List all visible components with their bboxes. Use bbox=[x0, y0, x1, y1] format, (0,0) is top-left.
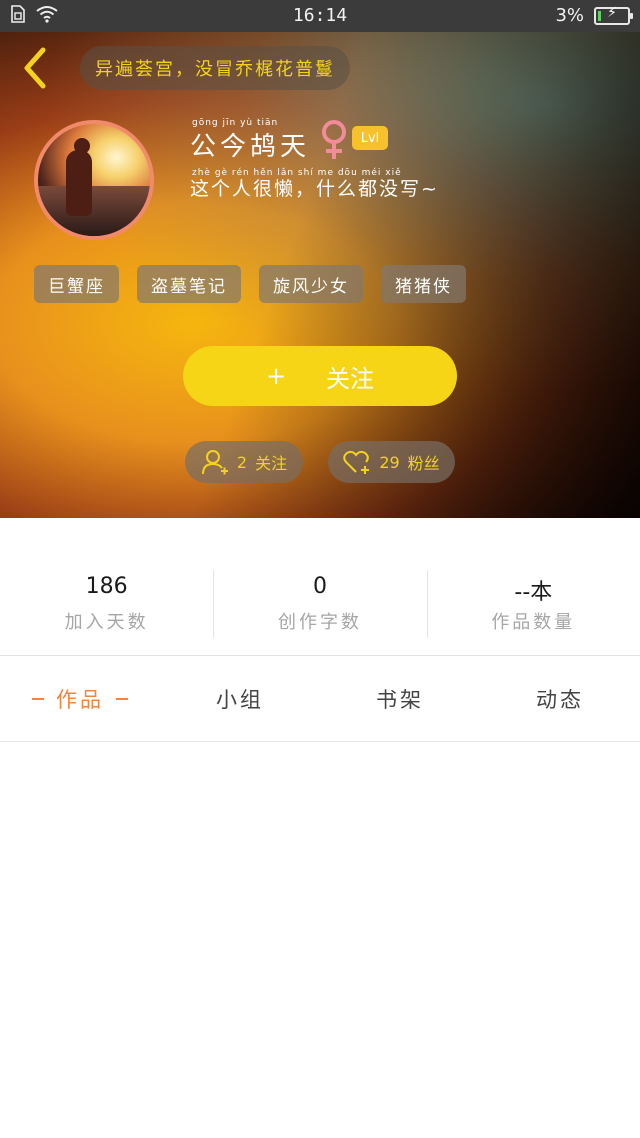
stat-value: --本 bbox=[514, 580, 553, 605]
tab-group[interactable]: 小组 bbox=[160, 656, 320, 741]
stats-row: 186 加入天数 0 创作字数 --本 作品数量 bbox=[0, 518, 640, 656]
tag-item[interactable]: 盗墓笔记 bbox=[137, 265, 241, 303]
stat-word-count: 0 创作字数 bbox=[213, 518, 426, 655]
tab-bookshelf[interactable]: 书架 bbox=[320, 656, 480, 741]
avatar[interactable] bbox=[34, 120, 154, 240]
stat-value: 186 bbox=[85, 574, 128, 599]
following-label: 关注 bbox=[255, 454, 288, 473]
status-right: 3% ⚡ bbox=[555, 5, 633, 26]
back-button[interactable] bbox=[16, 44, 52, 92]
following-button[interactable]: 2 关注 bbox=[185, 441, 303, 483]
content-area bbox=[0, 742, 640, 1138]
stat-label: 创作字数 bbox=[277, 612, 362, 633]
tag-list: 巨蟹座 盗墓笔记 旋风少女 猪猪侠 bbox=[34, 265, 466, 303]
fans-count: 29 bbox=[379, 452, 400, 472]
follow-button[interactable]: + 关注 bbox=[183, 346, 457, 406]
level-badge: Lvl bbox=[352, 126, 388, 150]
bio-text: 这个人很懒，什么都没写~ bbox=[190, 178, 439, 200]
chevron-left-icon bbox=[24, 47, 46, 89]
stat-works-count: --本 作品数量 bbox=[426, 518, 640, 655]
tag-item[interactable]: 猪猪侠 bbox=[381, 265, 466, 303]
battery-percent: 3% bbox=[555, 5, 584, 26]
status-time: 16:14 bbox=[292, 5, 348, 26]
username: 公今鸪天 bbox=[190, 132, 311, 162]
stat-label: 作品数量 bbox=[491, 612, 576, 633]
female-icon bbox=[322, 120, 346, 159]
tab-works[interactable]: 作品 bbox=[0, 656, 160, 741]
profile-tabs: 作品 小组 书架 动态 bbox=[0, 656, 640, 742]
status-bar: 16:14 3% ⚡ bbox=[0, 0, 640, 32]
battery-icon: ⚡ bbox=[594, 5, 633, 25]
stat-label: 加入天数 bbox=[64, 612, 149, 633]
tag-item[interactable]: 巨蟹座 bbox=[34, 265, 119, 303]
tab-label: 动态 bbox=[536, 687, 584, 712]
tab-activity[interactable]: 动态 bbox=[480, 656, 640, 741]
fans-button[interactable]: 29 粉丝 bbox=[328, 441, 455, 483]
fans-label: 粉丝 bbox=[407, 454, 440, 473]
stat-value: 0 bbox=[312, 574, 327, 599]
plus-icon: + bbox=[265, 362, 287, 390]
following-count: 2 bbox=[236, 452, 248, 472]
follow-button-label: 关注 bbox=[326, 364, 375, 393]
tag-item[interactable]: 旋风少女 bbox=[259, 265, 363, 303]
heart-plus-icon bbox=[343, 450, 370, 474]
tab-label: 书架 bbox=[376, 687, 424, 712]
add-user-icon bbox=[201, 450, 228, 475]
tab-active-indicator-left bbox=[32, 697, 44, 700]
stat-join-days: 186 加入天数 bbox=[0, 518, 213, 655]
tab-label: 小组 bbox=[216, 687, 264, 712]
tab-label: 作品 bbox=[56, 687, 104, 712]
tab-active-indicator-right bbox=[116, 697, 128, 700]
profile-motto: 异遍荟宫，没冒乔梶花普鬘 bbox=[80, 46, 350, 90]
